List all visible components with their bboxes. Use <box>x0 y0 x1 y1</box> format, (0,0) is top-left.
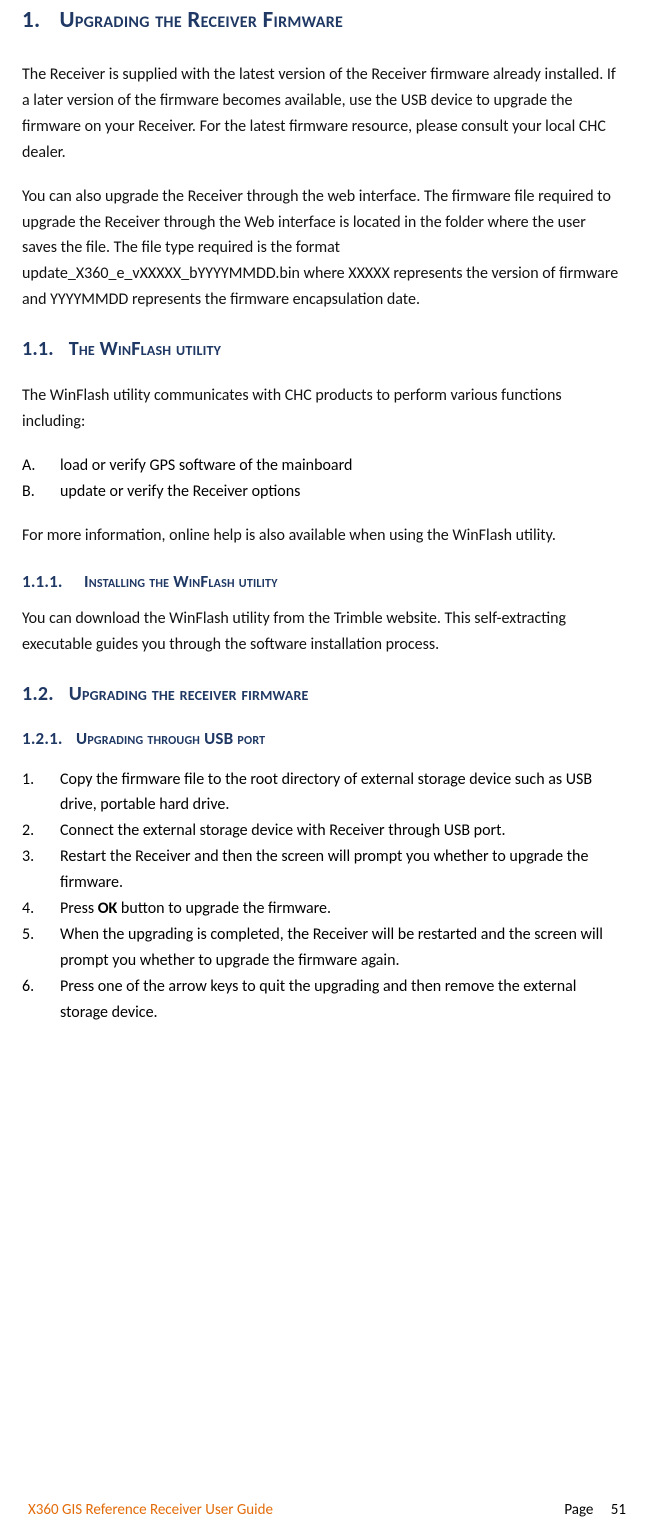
section-1-2-title: Upgrading the receiver firmware <box>69 682 309 706</box>
list-marker: B. <box>22 479 60 505</box>
step-text: Press OK button to upgrade the firmware. <box>60 896 620 922</box>
section-1-title: Upgrading the Receiver Firmware <box>60 6 344 34</box>
step-item: 5. When the upgrading is completed, the … <box>22 922 620 974</box>
section-1-2-heading: 1.2. Upgrading the receiver firmware <box>22 682 620 706</box>
list-marker: A. <box>22 453 60 479</box>
step-text: Copy the firmware file to the root direc… <box>60 767 620 819</box>
step-text: Restart the Receiver and then the screen… <box>60 844 620 896</box>
step-item: 2. Connect the external storage device w… <box>22 818 620 844</box>
section-1-1-1-title: Installing the WinFlash utility <box>84 571 278 592</box>
step-item: 1. Copy the firmware file to the root di… <box>22 767 620 819</box>
step-marker: 1. <box>22 767 60 819</box>
footer-page-label: Page <box>564 1501 593 1519</box>
step-item: 4. Press OK button to upgrade the firmwa… <box>22 896 620 922</box>
section-1-2-number: 1.2. <box>22 682 64 706</box>
step-marker: 4. <box>22 896 60 922</box>
para-intro-1: The Receiver is supplied with the latest… <box>22 62 620 166</box>
para-intro-2: You can also upgrade the Receiver throug… <box>22 184 620 314</box>
para-install-winflash: You can download the WinFlash utility fr… <box>22 606 620 658</box>
step-marker: 3. <box>22 844 60 896</box>
footer-page-number: 51 <box>611 1501 626 1519</box>
footer-page: Page 51 <box>564 1501 626 1519</box>
list-item: B. update or verify the Receiver options <box>22 479 620 505</box>
list-item: A. load or verify GPS software of the ma… <box>22 453 620 479</box>
list-text: update or verify the Receiver options <box>60 479 620 505</box>
list-text: load or verify GPS software of the mainb… <box>60 453 620 479</box>
step-pre: Press <box>60 899 98 918</box>
section-1-1-heading: 1.1. The WinFlash utility <box>22 337 620 361</box>
step-text: Press one of the arrow keys to quit the … <box>60 974 620 1026</box>
list-ab: A. load or verify GPS software of the ma… <box>22 453 620 505</box>
step-marker: 6. <box>22 974 60 1026</box>
step-item: 6. Press one of the arrow keys to quit t… <box>22 974 620 1026</box>
section-1-number: 1. <box>22 6 54 34</box>
page-footer: X360 GIS Reference Receiver User Guide P… <box>28 1501 626 1519</box>
step-marker: 2. <box>22 818 60 844</box>
para-winflash-more: For more information, online help is als… <box>22 523 620 549</box>
step-item: 3. Restart the Receiver and then the scr… <box>22 844 620 896</box>
section-1-1-number: 1.1. <box>22 337 64 361</box>
section-1-2-1-heading: 1.2.1. Upgrading through USB port <box>22 728 620 749</box>
section-1-1-1-heading: 1.1.1. Installing the WinFlash utility <box>22 571 620 592</box>
step-post: button to upgrade the firmware. <box>117 899 331 918</box>
section-1-heading: 1. Upgrading the Receiver Firmware <box>22 0 620 34</box>
step-text: Connect the external storage device with… <box>60 818 620 844</box>
section-1-2-1-number: 1.2.1. <box>22 728 72 749</box>
step-text: When the upgrading is completed, the Rec… <box>60 922 620 974</box>
section-1-1-1-number: 1.1.1. <box>22 571 80 592</box>
footer-guide-title: X360 GIS Reference Receiver User Guide <box>28 1501 273 1519</box>
para-winflash-intro: The WinFlash utility communicates with C… <box>22 383 620 435</box>
section-1-2-1-title: Upgrading through USB port <box>76 728 265 749</box>
ordered-steps: 1. Copy the firmware file to the root di… <box>22 767 620 1026</box>
section-1-1-title: The WinFlash utility <box>69 337 221 361</box>
step-marker: 5. <box>22 922 60 974</box>
step-bold: OK <box>98 899 118 918</box>
